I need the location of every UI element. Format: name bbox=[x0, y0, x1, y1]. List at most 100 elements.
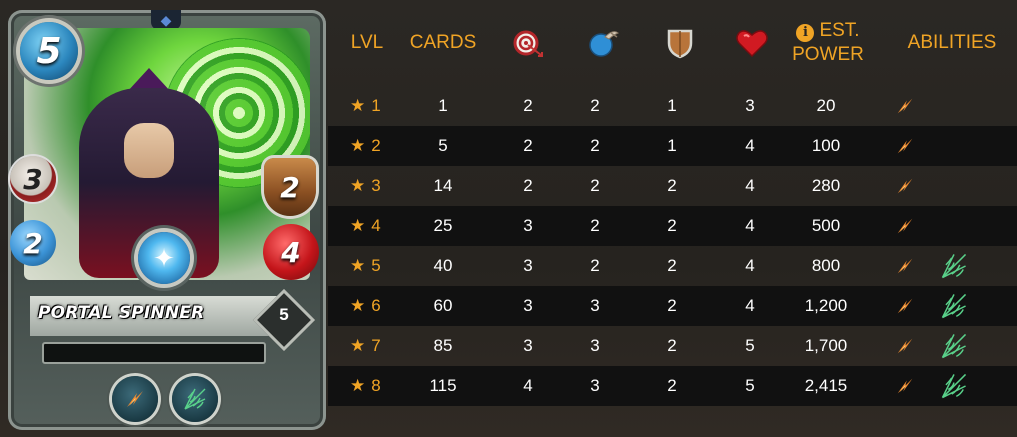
table-row: ★ 3 14 2 2 2 4 280 bbox=[328, 166, 1017, 206]
level-value: 2 bbox=[371, 136, 381, 155]
cell-speed: 2 bbox=[590, 256, 600, 275]
cell-speed: 2 bbox=[590, 176, 600, 195]
ranged-stat-badge: 3 bbox=[10, 156, 56, 202]
ranged-attack-icon bbox=[488, 0, 568, 86]
star-icon: ★ bbox=[350, 256, 366, 275]
mana-cost-value: 5 bbox=[36, 30, 62, 72]
star-icon: ★ bbox=[350, 136, 366, 155]
level-value: 3 bbox=[371, 176, 381, 195]
speed-stat-value: 2 bbox=[23, 226, 43, 260]
star-icon: ★ bbox=[350, 336, 366, 355]
cell-cards: 85 bbox=[433, 336, 453, 355]
cell-power: 1,700 bbox=[804, 336, 848, 355]
cell-armor: 2 bbox=[667, 336, 677, 355]
table-row: ★ 2 5 2 2 1 4 100 bbox=[328, 126, 1017, 166]
blast-icon[interactable] bbox=[886, 86, 924, 126]
blast-icon[interactable] bbox=[886, 286, 924, 326]
cell-lvl: ★ 7 bbox=[336, 326, 396, 366]
blast-icon[interactable] bbox=[112, 376, 158, 422]
cell-armor: 2 bbox=[667, 256, 677, 275]
cell-lvl: ★ 1 bbox=[336, 86, 396, 126]
blast-icon[interactable] bbox=[886, 246, 924, 286]
cell-lvl: ★ 4 bbox=[336, 206, 396, 246]
cell-power: 2,415 bbox=[804, 376, 848, 395]
info-icon[interactable]: i bbox=[796, 24, 815, 42]
cell-cards: 1 bbox=[438, 96, 448, 115]
cell-speed: 2 bbox=[590, 216, 600, 235]
blast-icon[interactable] bbox=[886, 326, 924, 366]
level-value: 4 bbox=[371, 216, 381, 235]
table-row: ★ 1 1 2 2 1 3 20 bbox=[328, 86, 1017, 126]
header-abilities: ABILITIES bbox=[907, 32, 997, 53]
web-icon[interactable] bbox=[172, 376, 218, 422]
blast-icon[interactable] bbox=[886, 126, 924, 166]
cell-speed: 3 bbox=[590, 336, 600, 355]
cell-power: 1,200 bbox=[804, 296, 848, 315]
element-gem-icon: ✦ bbox=[138, 232, 190, 284]
health-stat-badge: 4 bbox=[263, 224, 319, 280]
blast-icon[interactable] bbox=[886, 206, 924, 246]
cell-armor: 2 bbox=[667, 216, 677, 235]
table-body: ★ 1 1 2 2 1 3 20 ★ 2 5 2 2 1 4 100 ★ 3 14 2 2 2 4 280 ★ 4 25 3 2 2 4 50… bbox=[328, 86, 1017, 406]
cell-power: 100 bbox=[811, 136, 841, 155]
table-row: ★ 7 85 3 3 2 5 1,700 bbox=[328, 326, 1017, 366]
star-icon: ★ bbox=[350, 296, 366, 315]
cell-power: 20 bbox=[816, 96, 836, 115]
cell-power: 800 bbox=[811, 256, 841, 275]
speed-stat-badge: 2 bbox=[10, 220, 56, 266]
table-row: ★ 6 60 3 3 2 4 1,200 bbox=[328, 286, 1017, 326]
cell-armor: 2 bbox=[667, 296, 677, 315]
card-level: 5 bbox=[279, 305, 289, 324]
cell-armor: 2 bbox=[667, 176, 677, 195]
ranged-stat-value: 3 bbox=[23, 162, 43, 196]
table-row: ★ 4 25 3 2 2 4 500 bbox=[328, 206, 1017, 246]
mana-cost-badge: 5 bbox=[20, 22, 78, 80]
cell-lvl: ★ 8 bbox=[336, 366, 396, 406]
header-cards: CARDS bbox=[409, 32, 477, 53]
cell-armor: 1 bbox=[667, 96, 677, 115]
cell-speed: 3 bbox=[590, 296, 600, 315]
cell-lvl: ★ 5 bbox=[336, 246, 396, 286]
cell-cards: 25 bbox=[433, 216, 453, 235]
blast-icon[interactable] bbox=[886, 366, 924, 406]
blast-icon[interactable] bbox=[886, 166, 924, 206]
edition-gem-icon: ◆ bbox=[151, 10, 181, 30]
header-est-label: EST. bbox=[819, 20, 860, 41]
cell-speed: 3 bbox=[590, 376, 600, 395]
header-est-power-line1: i EST. bbox=[796, 19, 860, 43]
web-icon[interactable] bbox=[932, 326, 976, 366]
card-name: PORTAL SPINNER bbox=[38, 303, 205, 323]
cell-armor: 2 bbox=[667, 376, 677, 395]
star-icon: ★ bbox=[350, 96, 366, 115]
cell-speed: 2 bbox=[590, 96, 600, 115]
table-row: ★ 5 40 3 2 2 4 800 bbox=[328, 246, 1017, 286]
level-value: 6 bbox=[371, 296, 381, 315]
web-icon[interactable] bbox=[932, 366, 976, 406]
cell-cards: 14 bbox=[433, 176, 453, 195]
cell-cards: 60 bbox=[433, 296, 453, 315]
web-icon[interactable] bbox=[932, 286, 976, 326]
cell-lvl: ★ 2 bbox=[336, 126, 396, 166]
cell-cards: 5 bbox=[438, 136, 448, 155]
cell-lvl: ★ 6 bbox=[336, 286, 396, 326]
star-icon: ★ bbox=[350, 216, 366, 235]
figure-face bbox=[124, 123, 174, 178]
level-value: 5 bbox=[371, 256, 381, 275]
header-power-label: POWER bbox=[792, 44, 864, 65]
health-stat-value: 4 bbox=[281, 235, 301, 269]
cell-power: 280 bbox=[811, 176, 841, 195]
star-icon: ★ bbox=[350, 176, 366, 195]
level-value: 7 bbox=[371, 336, 381, 355]
level-value: 1 bbox=[371, 96, 381, 115]
table-header: LVL CARDS i EST. POWER ABILITIES bbox=[328, 0, 1017, 86]
monster-card: ◆ 5 3 2 2 4 ✦ PORTAL SPINNER 5 bbox=[8, 10, 326, 430]
cell-power: 500 bbox=[811, 216, 841, 235]
cell-armor: 1 bbox=[667, 136, 677, 155]
level-value: 8 bbox=[371, 376, 381, 395]
cell-lvl: ★ 3 bbox=[336, 166, 396, 206]
armor-stat-value: 2 bbox=[280, 170, 300, 204]
table-row: ★ 8 115 4 3 2 5 2,415 bbox=[328, 366, 1017, 406]
web-icon[interactable] bbox=[932, 246, 976, 286]
star-icon: ★ bbox=[350, 376, 366, 395]
armor-shield-icon bbox=[640, 0, 720, 86]
